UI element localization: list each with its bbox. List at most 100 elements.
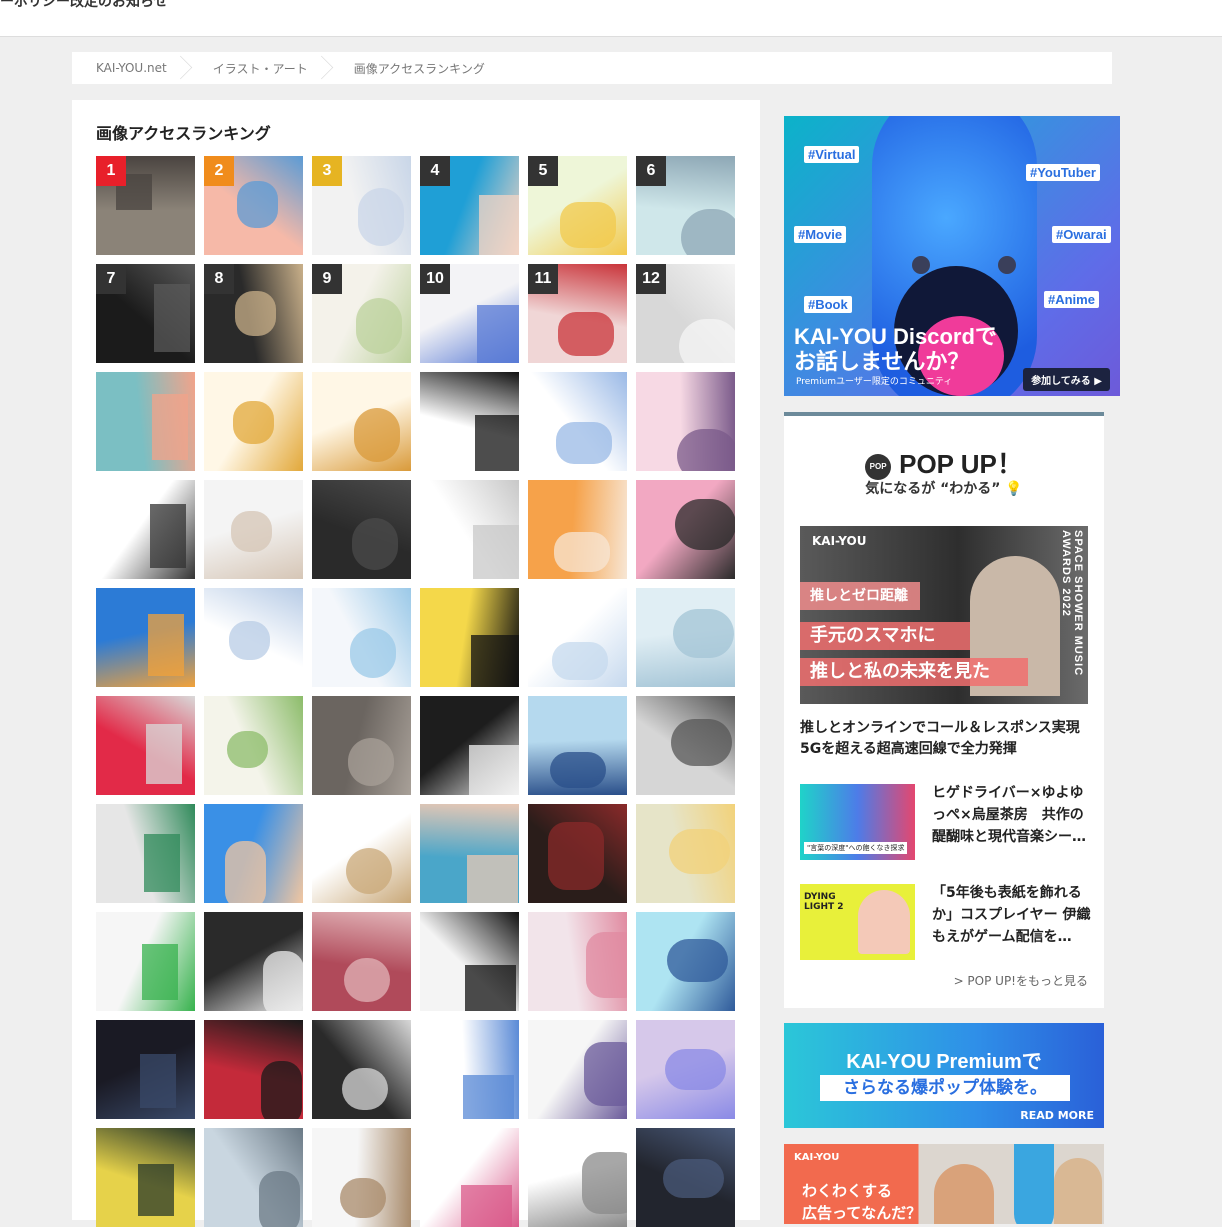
ranking-image[interactable]: [312, 804, 411, 903]
thumbnail-figure: [461, 1185, 512, 1227]
ranking-image[interactable]: 2: [204, 156, 303, 255]
popup-item-title[interactable]: ヒゲドライバー×ゆよゆっぺ×烏屋茶房 共作の醍醐味と現代音楽シー…: [932, 782, 1092, 848]
ranking-image[interactable]: [420, 480, 519, 579]
thumbnail-figure: [558, 312, 614, 356]
ranking-image[interactable]: [204, 1020, 303, 1119]
popup-item-thumbnail: "言葉の深度"への飽くなき探求: [800, 784, 915, 860]
ranking-image[interactable]: [96, 804, 195, 903]
ranking-image[interactable]: [312, 372, 411, 471]
popup-item-title[interactable]: 「5年後も表紙を飾れるか」コスプレイヤー 伊織もえがゲーム配信を…: [932, 882, 1092, 948]
ranking-image[interactable]: [312, 480, 411, 579]
popup-item[interactable]: DYING LIGHT 2 「5年後も表紙を飾れるか」コスプレイヤー 伊織もえが…: [800, 884, 1090, 960]
ranking-image[interactable]: [96, 696, 195, 795]
ranking-image[interactable]: [312, 1020, 411, 1119]
thumbnail-figure: [229, 621, 270, 660]
top-bar: ーポリシー改定のお知らせ: [0, 0, 1222, 37]
thumbnail-figure: [469, 745, 519, 795]
rank-badge: 11: [528, 264, 558, 294]
breadcrumb-label[interactable]: KAI-YOU.net: [72, 61, 167, 75]
ranking-image[interactable]: 4: [420, 156, 519, 255]
ranking-image[interactable]: [204, 912, 303, 1011]
ranking-image[interactable]: [420, 804, 519, 903]
ranking-image[interactable]: [636, 1128, 735, 1227]
tag-owarai: #Owarai: [1052, 226, 1111, 243]
breadcrumb-item-home[interactable]: KAI-YOU.net: [72, 52, 189, 84]
ranking-image[interactable]: [204, 696, 303, 795]
ranking-image[interactable]: 11: [528, 264, 627, 363]
breadcrumb-item-category[interactable]: イラスト・アート: [189, 52, 330, 84]
rank-badge: 9: [312, 264, 342, 294]
ranking-image[interactable]: [204, 588, 303, 687]
ranking-image[interactable]: [204, 1128, 303, 1227]
ranking-image[interactable]: 8: [204, 264, 303, 363]
ranking-image[interactable]: [636, 372, 735, 471]
ranking-image[interactable]: [312, 696, 411, 795]
ranking-image[interactable]: [528, 1020, 627, 1119]
popup-item[interactable]: "言葉の深度"への飽くなき探求 ヒゲドライバー×ゆよゆっぺ×烏屋茶房 共作の醍醐…: [800, 784, 1088, 860]
ranking-image[interactable]: [96, 480, 195, 579]
ranking-panel: 画像アクセスランキング 1 2 3 4 5 6 7 8 9 10 11 12: [72, 100, 760, 1227]
ranking-image[interactable]: [420, 696, 519, 795]
thumbnail-figure: [354, 408, 400, 462]
ranking-image[interactable]: 3: [312, 156, 411, 255]
ranking-image[interactable]: [312, 1128, 411, 1227]
ranking-image[interactable]: [96, 372, 195, 471]
ranking-image[interactable]: [96, 1020, 195, 1119]
ranking-image[interactable]: [420, 1020, 519, 1119]
thumbnail-figure: [675, 499, 735, 550]
ranking-image[interactable]: [312, 588, 411, 687]
popup-more-link[interactable]: > POP UP!をもっと見る: [954, 972, 1088, 989]
rank-badge: 2: [204, 156, 234, 186]
ranking-image[interactable]: 9: [312, 264, 411, 363]
thumb-person: [858, 890, 910, 954]
featured-article-image[interactable]: KAI-YOU 推しとゼロ距離 手元のスマホに 推しと私の未来を見た SPACE…: [800, 526, 1088, 704]
ranking-image[interactable]: 12: [636, 264, 735, 363]
ranking-image[interactable]: [636, 912, 735, 1011]
join-button[interactable]: 参加してみる ▶: [1023, 368, 1110, 391]
ranking-image[interactable]: [528, 480, 627, 579]
discord-banner[interactable]: #Virtual #YouTuber #Movie #Owarai #Book …: [784, 116, 1120, 396]
ad-banner[interactable]: KAI-YOU わくわくする 広告ってなんだ？: [784, 1144, 1104, 1224]
ranking-image[interactable]: [96, 912, 195, 1011]
ranking-image[interactable]: [528, 372, 627, 471]
ranking-image[interactable]: [96, 588, 195, 687]
read-more-button[interactable]: READ MORE: [1020, 1109, 1094, 1122]
thumbnail-figure: [477, 305, 519, 363]
ranking-image[interactable]: 10: [420, 264, 519, 363]
ranking-image[interactable]: [636, 1020, 735, 1119]
ranking-image[interactable]: [528, 912, 627, 1011]
ranking-image[interactable]: [204, 372, 303, 471]
ranking-image[interactable]: [204, 804, 303, 903]
ranking-image[interactable]: [420, 372, 519, 471]
ranking-image[interactable]: 5: [528, 156, 627, 255]
ranking-image[interactable]: [420, 1128, 519, 1227]
ranking-image[interactable]: [420, 912, 519, 1011]
featured-logo: KAI-YOU: [812, 534, 867, 548]
thumbnail-figure: [556, 422, 612, 464]
thumbnail-figure: [261, 1061, 302, 1119]
ranking-image[interactable]: [204, 480, 303, 579]
ranking-image[interactable]: [528, 804, 627, 903]
ranking-image[interactable]: [528, 588, 627, 687]
ranking-image[interactable]: 7: [96, 264, 195, 363]
thumbnail-figure: [679, 319, 735, 363]
ad-mascot: [1014, 1144, 1054, 1224]
ranking-image[interactable]: [420, 588, 519, 687]
ranking-image[interactable]: [636, 696, 735, 795]
featured-article-title[interactable]: 推しとオンラインでコール＆レスポンス実現 5Gを超える超高速回線で全力発揮: [800, 718, 1090, 760]
premium-banner[interactable]: KAI-YOU Premiumで さらなる爆ポップ体験を。 READ MORE: [784, 1023, 1104, 1128]
ranking-image[interactable]: [312, 912, 411, 1011]
ranking-image[interactable]: [96, 1128, 195, 1227]
ranking-image[interactable]: [636, 804, 735, 903]
thumb-caption: DYING LIGHT 2: [804, 892, 844, 912]
ranking-image[interactable]: [528, 1128, 627, 1227]
ranking-image[interactable]: [528, 696, 627, 795]
thumbnail-figure: [465, 965, 516, 1011]
ranking-image[interactable]: [636, 480, 735, 579]
thumbnail-figure: [560, 202, 616, 248]
breadcrumb-label[interactable]: イラスト・アート: [189, 60, 308, 77]
ranking-image[interactable]: 1: [96, 156, 195, 255]
ranking-image[interactable]: [636, 588, 735, 687]
top-notice-link[interactable]: ーポリシー改定のお知らせ: [0, 0, 168, 11]
ranking-image[interactable]: 6: [636, 156, 735, 255]
